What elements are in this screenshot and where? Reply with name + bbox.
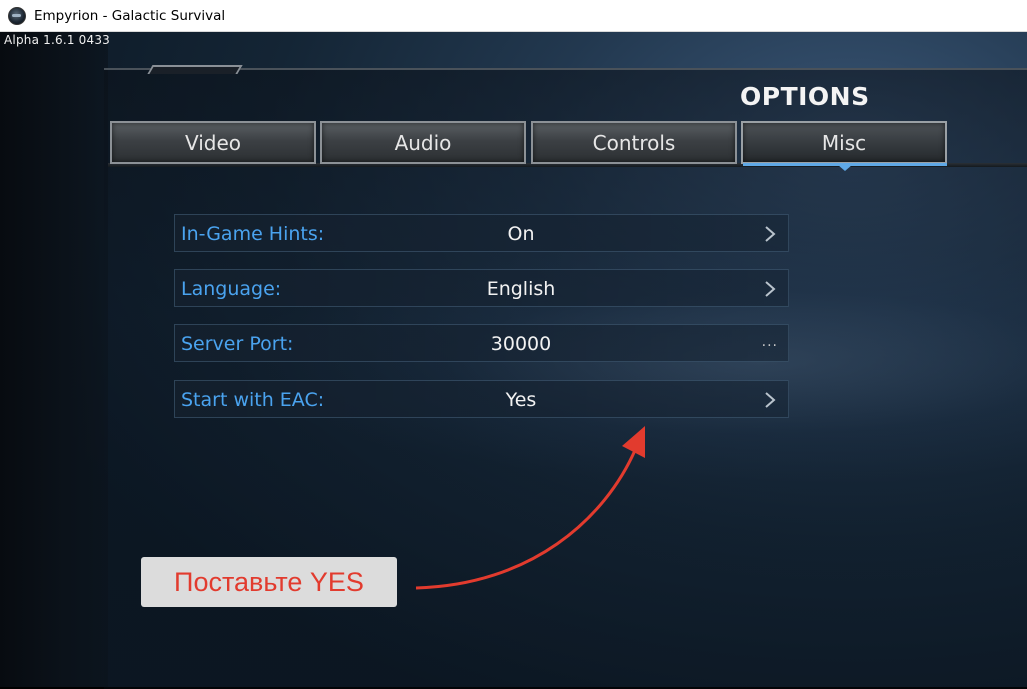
chevron-right-icon[interactable] (762, 225, 778, 243)
annotation-callout: Поставьте YES (141, 557, 397, 607)
setting-row-start-with-eac[interactable]: Start with EAC: Yes (174, 380, 789, 418)
chevron-right-icon[interactable] (762, 280, 778, 298)
setting-label: Language: (181, 278, 282, 300)
version-label: Alpha 1.6.1 0433 (4, 33, 111, 47)
setting-row-language[interactable]: Language: English (174, 269, 789, 307)
app-icon (8, 6, 26, 25)
window-title: Empyrion - Galactic Survival (34, 7, 226, 24)
setting-label: In-Game Hints: (181, 223, 325, 245)
chevron-right-icon[interactable] (762, 391, 778, 409)
tab-misc[interactable]: Misc (741, 121, 947, 164)
tab-audio[interactable]: Audio (320, 121, 526, 164)
panel-notch-decoration (147, 65, 243, 74)
setting-row-server-port[interactable]: Server Port: 30000 ... (174, 324, 789, 362)
setting-value: 30000 (490, 333, 552, 355)
tab-controls[interactable]: Controls (531, 121, 737, 164)
setting-value: On (507, 223, 535, 245)
setting-row-ingame-hints[interactable]: In-Game Hints: On (174, 214, 789, 252)
window-title-bar: Empyrion - Galactic Survival (0, 0, 1027, 32)
setting-label: Start with EAC: (181, 389, 325, 411)
edit-ellipsis-button[interactable]: ... (762, 334, 778, 350)
setting-value: Yes (505, 389, 537, 411)
active-tab-pointer (838, 165, 852, 171)
setting-label: Server Port: (181, 333, 294, 355)
tab-video[interactable]: Video (110, 121, 316, 164)
page-title: OPTIONS (740, 82, 870, 111)
setting-value: English (486, 278, 556, 300)
